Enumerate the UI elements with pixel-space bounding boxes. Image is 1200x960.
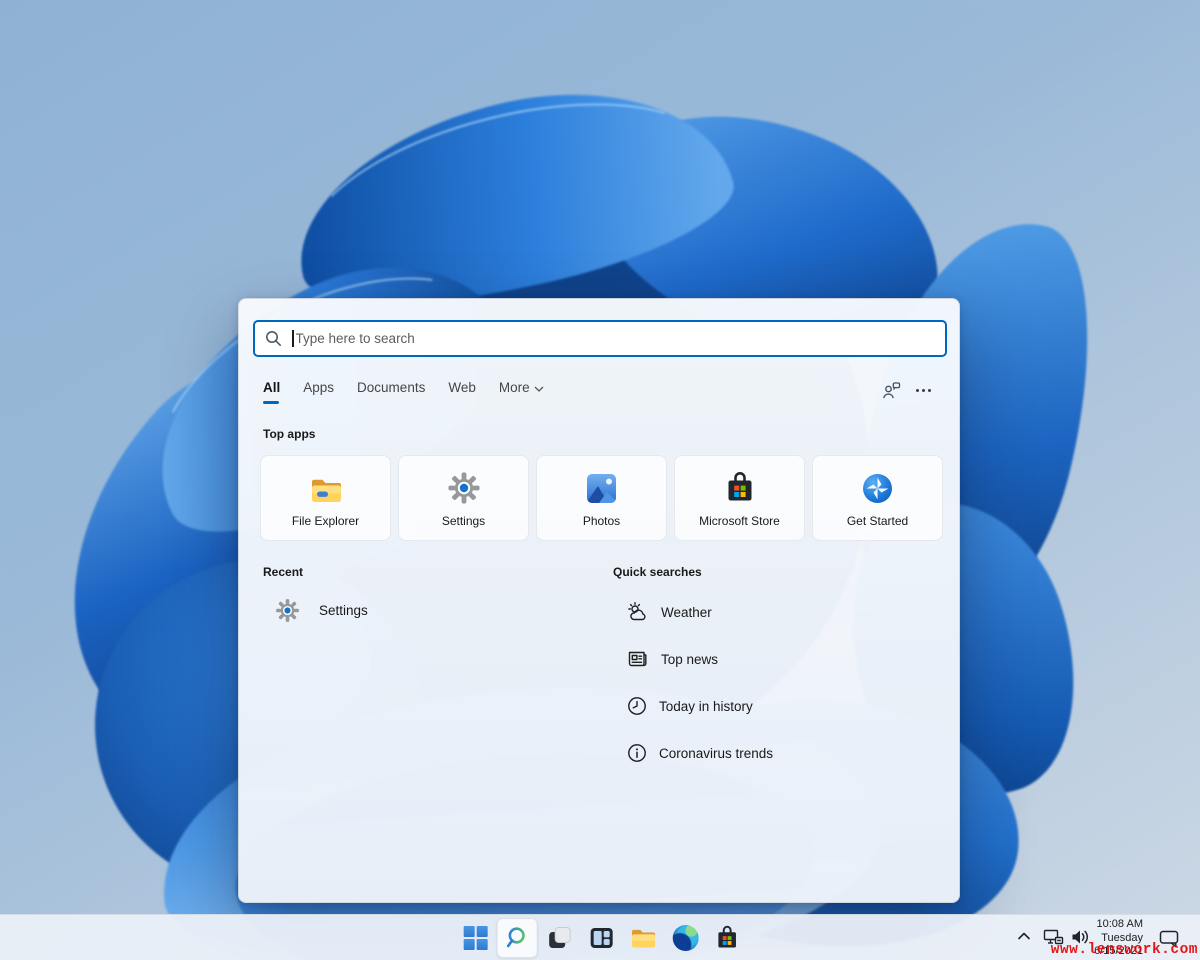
text-caret (292, 330, 294, 347)
photos-icon (585, 472, 618, 505)
quick-search-top-news[interactable]: Top news (626, 646, 773, 672)
microsoft-store-icon (724, 471, 756, 505)
taskbar-buttons (455, 918, 748, 958)
app-card-label: File Explorer (292, 514, 359, 528)
app-card-label: Microsoft Store (699, 514, 780, 528)
quick-searches-heading: Quick searches (613, 565, 702, 579)
tab-documents[interactable]: Documents (357, 380, 425, 397)
start-button[interactable] (455, 918, 496, 958)
app-card-microsoft-store[interactable]: Microsoft Store (674, 455, 805, 541)
store-button[interactable] (707, 918, 748, 958)
recent-item-settings[interactable]: Settings (275, 596, 368, 624)
search-box[interactable] (253, 320, 947, 357)
quick-search-label: Today in history (659, 699, 753, 714)
tray-chevron-up-icon[interactable] (1016, 928, 1032, 944)
notifications-icon[interactable] (1158, 928, 1180, 948)
top-apps-heading: Top apps (263, 427, 315, 441)
more-options-icon[interactable] (916, 385, 931, 396)
edge-icon (672, 925, 698, 951)
task-view-icon (546, 925, 572, 951)
search-icon (265, 330, 282, 347)
search-button[interactable] (497, 918, 538, 958)
history-icon (626, 695, 648, 717)
news-icon (626, 648, 650, 670)
widgets-button[interactable] (581, 918, 622, 958)
quick-searches-list: Weather Top news (626, 599, 773, 787)
taskbar: 10:08 AM Tuesday 6/15/2021 (0, 914, 1200, 960)
edge-button[interactable] (665, 918, 706, 958)
task-view-button[interactable] (539, 918, 580, 958)
recent-heading: Recent (263, 565, 303, 579)
app-card-get-started[interactable]: Get Started (812, 455, 943, 541)
quick-search-today-in-history[interactable]: Today in history (626, 693, 773, 719)
quick-search-label: Top news (661, 652, 718, 667)
app-card-file-explorer[interactable]: File Explorer (260, 455, 391, 541)
file-explorer-icon (630, 926, 657, 950)
top-apps-cards: File Explorer (260, 455, 943, 541)
chevron-down-icon (534, 386, 544, 392)
tab-web[interactable]: Web (448, 380, 476, 397)
tab-all[interactable]: All (263, 380, 280, 397)
tab-more[interactable]: More (499, 380, 544, 397)
quick-search-label: Coronavirus trends (659, 746, 773, 761)
app-card-photos[interactable]: Photos (536, 455, 667, 541)
search-taskbar-icon (504, 925, 530, 951)
quick-search-weather[interactable]: Weather (626, 599, 773, 625)
app-card-settings[interactable]: Settings (398, 455, 529, 541)
recent-item-label: Settings (319, 603, 368, 618)
clock-day: Tuesday (1094, 932, 1143, 946)
settings-icon (447, 471, 481, 505)
windows-logo-icon (463, 926, 487, 950)
network-icon[interactable] (1043, 928, 1064, 946)
account-icon[interactable] (882, 381, 901, 399)
search-flyout-panel: All Apps Documents Web More Top apps (238, 298, 960, 903)
search-filter-tabs: All Apps Documents Web More (263, 380, 544, 397)
clock[interactable]: 10:08 AM Tuesday 6/15/2021 (1094, 918, 1143, 959)
clock-time: 10:08 AM (1094, 918, 1143, 932)
app-card-label: Get Started (847, 514, 908, 528)
microsoft-store-icon (715, 925, 740, 951)
app-card-label: Settings (442, 514, 485, 528)
quick-search-coronavirus-trends[interactable]: Coronavirus trends (626, 740, 773, 766)
quick-search-label: Weather (661, 605, 712, 620)
settings-icon (275, 598, 300, 623)
search-input[interactable] (296, 331, 936, 346)
volume-icon[interactable] (1070, 928, 1090, 946)
clock-date: 6/15/2021 (1094, 945, 1143, 959)
info-icon (626, 742, 648, 764)
weather-icon (626, 601, 650, 623)
widgets-icon (588, 926, 614, 950)
file-explorer-button[interactable] (623, 918, 664, 958)
file-explorer-icon (309, 475, 343, 505)
tab-apps[interactable]: Apps (303, 380, 334, 397)
get-started-icon (861, 472, 894, 505)
app-card-label: Photos (583, 514, 620, 528)
